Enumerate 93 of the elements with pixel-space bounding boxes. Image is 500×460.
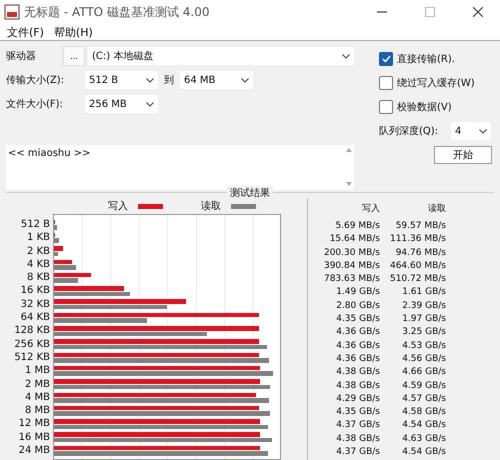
write-speed: 4.36 GB/s (335, 354, 380, 364)
write-speed: 15.64 MB/s (328, 234, 380, 244)
read-speed: 3.25 GB/s (401, 327, 446, 338)
drive-label: 驱动器 (6, 50, 37, 63)
chevron-down-icon (479, 128, 487, 134)
write-speed: 1.49 GB/s (335, 287, 380, 298)
option-label: 直接传输(R). (397, 52, 455, 66)
write-speed: 4.36 GB/s (335, 327, 380, 338)
write-speed: 200.30 MB/s (322, 248, 380, 258)
window-title: 无标题 - ATTO 磁盘基准测试 4.00 (24, 4, 210, 20)
read-speed: 4.59 GB/s (401, 380, 446, 390)
close-icon (473, 7, 483, 17)
legend-label: 写入 (108, 200, 128, 213)
read-speed: 111.36 MB/s (388, 234, 446, 244)
check-icon (382, 55, 390, 63)
queue-depth-label: 队列深度(Q): (379, 124, 440, 138)
write-speed: 4.36 GB/s (335, 340, 380, 351)
write-speed: 4.38 GB/s (335, 367, 380, 378)
legend-swatch (138, 204, 163, 208)
write-speed: 4.35 GB/s (335, 407, 380, 418)
size-label: 24 MB (18, 444, 50, 458)
read-header: 读取 (427, 202, 446, 216)
read-speed: 1.61 GB/s (401, 287, 446, 298)
read-speed: 1.97 GB/s (401, 314, 446, 324)
size-label: 256 KB (13, 338, 50, 351)
read-speed: 4.58 GB/s (401, 407, 446, 418)
read-speed: 4.63 GB/s (401, 434, 446, 444)
legend-label: 读取 (201, 200, 221, 213)
read-speed: 4.56 GB/s (401, 354, 446, 364)
size-label: 512 B (20, 218, 50, 232)
size-label: 16 MB (18, 430, 50, 444)
size-label: 16 KB (20, 284, 50, 298)
read-speed: 4.53 GB/s (401, 340, 446, 351)
write-speed: 4.37 GB/s (335, 420, 380, 430)
option-label: 校验数据(V) (397, 100, 452, 114)
menu-item[interactable]: 文件(F) (7, 24, 44, 40)
chevron-down-icon (241, 78, 249, 82)
size-label: 4 KB (26, 258, 50, 272)
file-size-dropdown[interactable]: 256 MB (85, 95, 158, 113)
legend-swatch (231, 204, 256, 208)
transfer-size-label: 传输大小(Z): (6, 74, 66, 87)
read-speed: 510.72 MB/s (388, 274, 446, 284)
transfer-to-dropdown[interactable]: 64 MB (180, 71, 253, 89)
size-label: 512 KB (13, 350, 50, 364)
size-label: 64 KB (20, 311, 50, 324)
read-speed: 2.39 GB/s (401, 300, 446, 311)
app-icon (4, 4, 20, 20)
file-size-label: 文件大小(F): (6, 98, 64, 111)
read-speed: 4.54 GB/s (401, 446, 446, 457)
to-label: 到 (164, 74, 174, 87)
size-label: 4 MB (24, 390, 50, 404)
chevron-down-icon (342, 54, 350, 58)
read-speed: 464.60 MB/s (388, 260, 446, 271)
results-title: 测试结果 (227, 186, 273, 200)
chevron-down-icon (146, 78, 154, 82)
write-speed: 2.80 GB/s (335, 300, 380, 311)
start-button[interactable]: 开始 (434, 146, 492, 164)
write-speed: 4.38 GB/s (335, 380, 380, 390)
size-label: 128 KB (13, 324, 50, 338)
write-speed: 5.69 MB/s (334, 220, 380, 231)
write-speed: 4.29 GB/s (335, 394, 380, 404)
chevron-down-icon (146, 102, 154, 106)
size-label: 8 MB (24, 404, 50, 418)
write-speed: 4.37 GB/s (335, 446, 380, 457)
transfer-from-dropdown[interactable]: 512 B (85, 71, 158, 89)
size-label: 12 MB (18, 417, 50, 431)
write-speed: 390.84 MB/s (322, 260, 380, 271)
drive-dropdown[interactable]: (C:) 本地磁盘 (88, 47, 354, 65)
maximize-icon (425, 7, 435, 17)
checkbox[interactable] (379, 100, 393, 114)
queue-depth-dropdown[interactable]: 4 (451, 122, 491, 140)
checkbox[interactable] (379, 76, 393, 90)
write-speed: 4.38 GB/s (335, 434, 380, 444)
write-speed: 783.63 MB/s (322, 274, 380, 284)
read-speed: 59.57 MB/s (394, 220, 446, 231)
minimize-icon (377, 11, 387, 13)
scrollbar-arrows-icon (346, 148, 352, 186)
write-speed: 4.35 GB/s (335, 314, 380, 324)
browse-button[interactable]: ... (63, 46, 85, 66)
size-label: 1 KB (26, 231, 50, 245)
read-speed: 4.54 GB/s (401, 420, 446, 430)
size-label: 8 KB (26, 271, 50, 284)
size-label: 1 MB (24, 364, 50, 378)
option-label: 绕过写入缓存(W) (397, 76, 475, 90)
checkbox[interactable] (379, 52, 393, 66)
read-speed: 4.66 GB/s (401, 367, 446, 378)
read-speed: 94.76 MB/s (394, 248, 446, 258)
size-label: 2 MB (24, 378, 50, 391)
menu-item[interactable]: 帮助(H) (54, 24, 93, 40)
size-label: 32 KB (20, 298, 50, 312)
read-speed: 4.57 GB/s (401, 394, 446, 404)
size-label: 2 KB (26, 244, 50, 258)
write-header: 写入 (361, 202, 380, 216)
